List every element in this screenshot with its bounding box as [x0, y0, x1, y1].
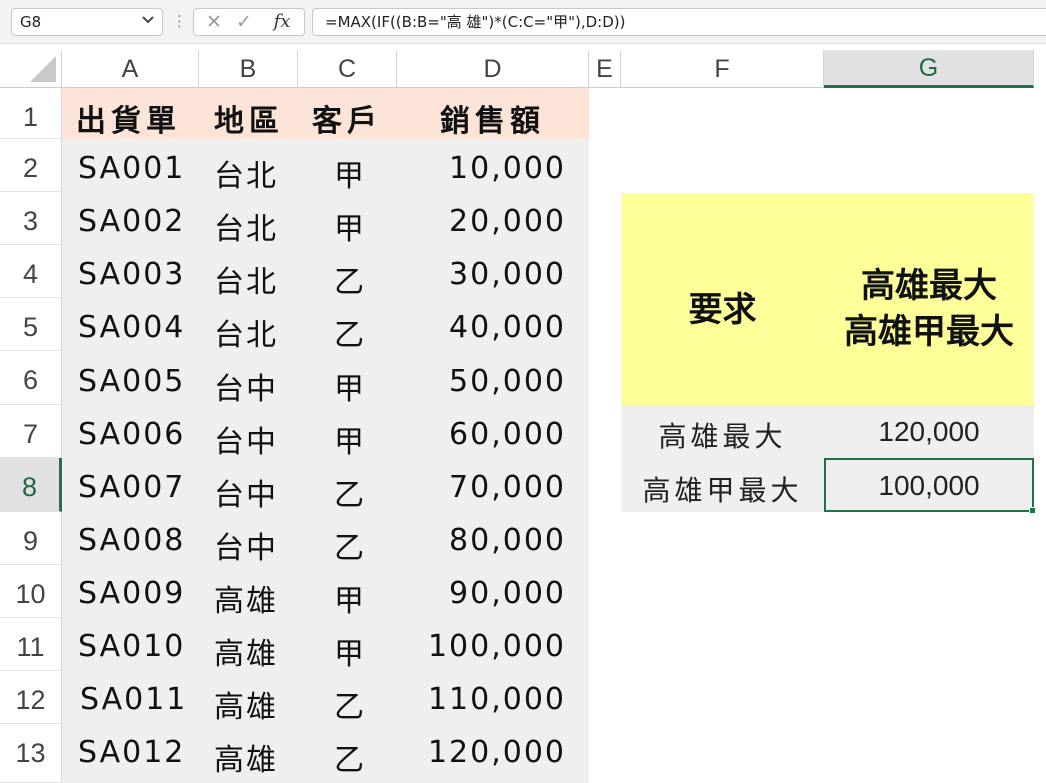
cell-b9[interactable]: 台中	[214, 523, 278, 567]
cell-d7[interactable]: 60,000	[400, 417, 566, 452]
cell-a6[interactable]: SA005	[78, 364, 185, 399]
row-header-8[interactable]: 8	[0, 458, 62, 512]
check-icon[interactable]: ✓	[232, 9, 256, 35]
column-header-c[interactable]: C	[298, 50, 397, 88]
insert-function-icon[interactable]: fx	[268, 9, 296, 35]
cell-a5[interactable]: SA004	[78, 310, 185, 345]
cell-a11[interactable]: SA010	[78, 629, 185, 664]
row-header-10[interactable]: 10	[0, 565, 62, 618]
row-header-13[interactable]: 13	[0, 724, 62, 783]
cell-f7[interactable]: 高雄最大	[621, 415, 824, 455]
column-header-row: A B C D E F G	[0, 50, 1046, 88]
formula-bar: G8 ⋮ ✕ ✓ fx =MAX(IF((B:B="高 雄")*(C:C="甲"…	[0, 0, 1046, 44]
cell-c12[interactable]: 乙	[334, 682, 366, 726]
cell-d6[interactable]: 50,000	[400, 364, 566, 399]
cell-a8[interactable]: SA007	[78, 470, 185, 505]
header-region[interactable]: 地區	[214, 96, 284, 140]
cell-c8[interactable]: 乙	[334, 470, 366, 514]
header-order[interactable]: 出貨單	[76, 96, 181, 140]
fill-handle[interactable]	[1029, 507, 1036, 514]
cell-b12[interactable]: 高雄	[214, 682, 278, 726]
chevron-down-icon[interactable]	[138, 11, 158, 31]
cell-d2[interactable]: 10,000	[400, 151, 566, 186]
cell-b3[interactable]: 台北	[214, 204, 278, 248]
cell-g3-line1[interactable]: 高雄最大	[824, 258, 1034, 307]
cell-b7[interactable]: 台中	[214, 417, 278, 461]
cell-b13[interactable]: 高雄	[214, 735, 278, 779]
header-customer[interactable]: 客戶	[312, 96, 382, 140]
cell-c4[interactable]: 乙	[334, 257, 366, 301]
row-header-5[interactable]: 5	[0, 298, 62, 351]
cell-c10[interactable]: 甲	[334, 576, 366, 620]
select-all-button[interactable]	[0, 50, 62, 88]
cell-c2[interactable]: 甲	[334, 151, 366, 195]
cell-c3[interactable]: 甲	[334, 204, 366, 248]
column-header-d[interactable]: D	[397, 50, 589, 88]
cell-b6[interactable]: 台中	[214, 364, 278, 408]
cell-c7[interactable]: 甲	[334, 417, 366, 461]
cell-a2[interactable]: SA001	[78, 151, 185, 186]
cell-b4[interactable]: 台北	[214, 257, 278, 301]
cell-a7[interactable]: SA006	[78, 417, 185, 452]
cell-c9[interactable]: 乙	[334, 523, 366, 567]
cell-a3[interactable]: SA002	[78, 204, 185, 239]
column-header-e[interactable]: E	[589, 50, 621, 88]
cell-d13[interactable]: 120,000	[400, 735, 566, 770]
cell-g7[interactable]: 120,000	[824, 416, 1034, 448]
cell-d5[interactable]: 40,000	[400, 310, 566, 345]
row-header-12[interactable]: 12	[0, 671, 62, 724]
cell-d3[interactable]: 20,000	[400, 204, 566, 239]
cell-f8[interactable]: 高雄甲最大	[621, 469, 824, 509]
cell-d4[interactable]: 30,000	[400, 257, 566, 292]
cell-b5[interactable]: 台北	[214, 310, 278, 354]
cell-b8[interactable]: 台中	[214, 470, 278, 514]
cell-d8[interactable]: 70,000	[400, 470, 566, 505]
cell-g3-line2[interactable]: 高雄甲最大	[824, 304, 1034, 353]
column-header-g[interactable]: G	[824, 50, 1034, 88]
cell-a13[interactable]: SA012	[78, 735, 185, 770]
cell-a4[interactable]: SA003	[78, 257, 185, 292]
row-header-3[interactable]: 3	[0, 192, 62, 245]
column-header-b[interactable]: B	[199, 50, 298, 88]
cell-a10[interactable]: SA009	[78, 576, 185, 611]
row-header-2[interactable]: 2	[0, 139, 62, 192]
cell-f3-requirement[interactable]: 要求	[621, 282, 824, 331]
row-header-4[interactable]: 4	[0, 245, 62, 298]
formula-input[interactable]: =MAX(IF((B:B="高 雄")*(C:C="甲"),D:D))	[312, 8, 1046, 36]
cell-c11[interactable]: 甲	[334, 629, 366, 673]
column-header-f[interactable]: F	[621, 50, 824, 88]
cell-d10[interactable]: 90,000	[400, 576, 566, 611]
header-sales[interactable]: 銷售額	[440, 96, 545, 140]
cancel-icon[interactable]: ✕	[202, 9, 226, 35]
column-header-a[interactable]: A	[62, 50, 199, 88]
row-header-11[interactable]: 11	[0, 618, 62, 671]
cell-d11[interactable]: 100,000	[400, 629, 566, 664]
formula-actions: ✕ ✓ fx	[193, 8, 305, 36]
cell-b2[interactable]: 台北	[214, 151, 278, 195]
cell-a12[interactable]: SA011	[80, 682, 187, 717]
row-header-9[interactable]: 9	[0, 512, 62, 565]
more-vertical-icon[interactable]: ⋮	[172, 10, 187, 32]
cell-b11[interactable]: 高雄	[214, 629, 278, 673]
row-header-6[interactable]: 6	[0, 351, 62, 405]
cell-d12[interactable]: 110,000	[400, 682, 566, 717]
row-header-1[interactable]: 1	[0, 88, 62, 139]
cell-a9[interactable]: SA008	[78, 523, 185, 558]
cell-d9[interactable]: 80,000	[400, 523, 566, 558]
cell-c13[interactable]: 乙	[334, 735, 366, 779]
cell-c5[interactable]: 乙	[334, 310, 366, 354]
cell-c6[interactable]: 甲	[334, 364, 366, 408]
row-header-7[interactable]: 7	[0, 405, 62, 458]
cell-b10[interactable]: 高雄	[214, 576, 278, 620]
active-cell-border	[824, 458, 1034, 512]
